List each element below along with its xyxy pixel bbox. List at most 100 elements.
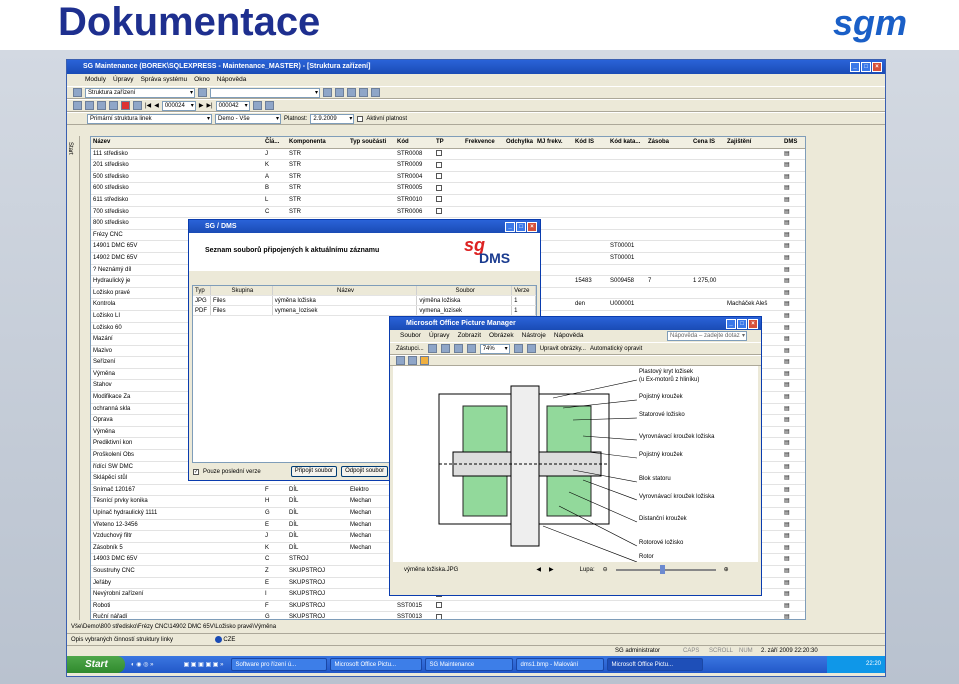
pm-copy-icon[interactable] — [440, 344, 450, 353]
pm-undo-icon[interactable] — [466, 344, 476, 353]
pm-menu-soubor[interactable]: Soubor — [400, 330, 421, 342]
pm-thumbnail-icon[interactable] — [396, 356, 405, 365]
col-cislo[interactable]: Čĺá... — [263, 137, 287, 148]
task-paint[interactable]: dms1.bmp - Malování — [516, 658, 605, 671]
pm-titlebar[interactable]: Microsoft Office Picture Manager _ □ × — [390, 317, 761, 330]
pm-zoom-select[interactable]: 74% — [479, 343, 510, 354]
pm-zoom-out-icon[interactable]: ⊖ — [603, 566, 608, 573]
pm-help-search[interactable]: Nápověda – zadejte dotaz — [667, 331, 747, 341]
dms-col-soubor[interactable]: Soubor — [417, 286, 513, 295]
col-kod-is[interactable]: Kód IS — [573, 137, 608, 148]
only-last-checkbox[interactable]: ✓ — [193, 468, 199, 475]
next-record-icon[interactable]: ▶ — [199, 102, 204, 109]
table-row[interactable]: 611 středisko L STR STR0010 ▤ — [91, 195, 805, 207]
link-icon[interactable] — [264, 101, 274, 110]
menu-item-sprava[interactable]: Správa systému — [141, 74, 188, 86]
detach-file-button[interactable]: Odpojit soubor — [341, 466, 389, 477]
pm-rotate-right-icon[interactable] — [526, 344, 536, 353]
pm-maximize-icon[interactable]: □ — [737, 319, 747, 329]
col-frekvence[interactable]: Frekvence — [463, 137, 504, 148]
attach-file-button[interactable]: Připojit soubor — [290, 466, 338, 477]
find-icon[interactable] — [133, 101, 142, 110]
menu-item-upravy[interactable]: Úpravy — [113, 74, 134, 86]
delete-icon[interactable] — [121, 101, 130, 110]
dms-col-skupina[interactable]: Skupina — [211, 286, 273, 295]
pm-save-icon[interactable] — [427, 344, 437, 353]
copy-icon[interactable] — [85, 101, 94, 110]
pm-menu-upravy[interactable]: Úpravy — [429, 330, 450, 342]
dms-col-typ[interactable]: Typ — [193, 286, 211, 295]
table-row[interactable]: Ruční nářadí G SKUPSTROJ SST0013 ▤ — [91, 612, 805, 619]
col-nazev[interactable]: Název — [91, 137, 263, 148]
save-icon[interactable] — [109, 101, 118, 110]
quicklaunch-2[interactable]: ▣ ▣ ▣ ▣ ▣ » — [183, 661, 223, 668]
grid-icon[interactable] — [323, 88, 332, 97]
maximize-icon[interactable]: □ — [861, 62, 871, 72]
col-kod-kat[interactable]: Kód kata... — [608, 137, 646, 148]
menu-item-okno[interactable]: Okno — [194, 74, 210, 86]
col-zasoba[interactable]: Zásoba — [646, 137, 691, 148]
pm-auto-button[interactable]: Automatický opravit — [590, 346, 642, 352]
structure-icon[interactable] — [73, 88, 82, 97]
aktivni-platnost-checkbox[interactable] — [357, 115, 364, 122]
prev-record-icon[interactable]: ◀ — [154, 102, 159, 109]
pm-rotate-left-icon[interactable] — [513, 344, 523, 353]
export-icon[interactable] — [371, 88, 380, 97]
tools-icon[interactable] — [335, 88, 344, 97]
col-komponenta[interactable]: Komponenta — [287, 137, 348, 148]
platnost-date[interactable]: 2.9.2009 — [310, 113, 355, 124]
pm-edit-button[interactable]: Upravit obrázky... — [540, 346, 586, 352]
refresh-icon[interactable] — [252, 101, 262, 110]
col-typ[interactable]: Typ součásti — [348, 137, 395, 148]
new-icon[interactable] — [73, 101, 82, 110]
dms-col-verze[interactable]: Verze — [512, 286, 536, 295]
minimize-icon[interactable]: _ — [850, 62, 860, 72]
task-software[interactable]: Software pro řízení ú... — [231, 658, 328, 671]
quicklaunch-icons[interactable]: ◐ ◉ ◎ » — [131, 661, 153, 668]
pm-close-icon[interactable]: × — [748, 319, 758, 329]
table-row[interactable]: Roboti F SKUPSTROJ SST0015 ▤ — [91, 601, 805, 613]
table-row[interactable]: 600 středisko B STR STR0005 ▤ — [91, 183, 805, 195]
dms-row-2[interactable]: PDF Files vymena_lozisek vymena_lozisek … — [193, 306, 536, 316]
dms-titlebar[interactable]: SG / DMS _ □ × — [189, 220, 540, 233]
pm-paste-icon[interactable] — [453, 344, 463, 353]
pm-shortcuts-button[interactable]: Zástupci... — [396, 346, 424, 352]
col-zajisteni[interactable]: Zajištění — [725, 137, 782, 148]
menu-item-moduly[interactable]: Moduly — [85, 74, 106, 86]
task-sg-maintenance[interactable]: SG Maintenance — [425, 658, 514, 671]
menu-item-napoveda[interactable]: Nápověda — [217, 74, 247, 86]
pm-single-icon[interactable] — [420, 356, 429, 365]
dms-row-1[interactable]: JPG Files výměna ložiska výměna ložiska … — [193, 296, 536, 306]
col-odchylka[interactable]: Odchylka — [504, 137, 535, 148]
side-start-label[interactable]: Start — [67, 142, 73, 155]
col-dms[interactable]: DMS — [782, 137, 802, 148]
pm-next-icon[interactable]: ▶ — [549, 566, 554, 573]
filter-value-select[interactable] — [210, 87, 320, 98]
filter-icon[interactable] — [198, 88, 207, 97]
dms-close-icon[interactable]: × — [527, 222, 537, 232]
task-picture-manager-1[interactable]: Microsoft Office Pictu... — [330, 658, 423, 671]
primary-structure-select[interactable]: Primární struktura linek — [87, 113, 212, 124]
pm-zoom-in-icon[interactable]: ⊕ — [724, 566, 729, 573]
col-mj[interactable]: MJ frekv. — [535, 137, 573, 148]
main-titlebar[interactable]: SG Maintenance (BOREK\SQLEXPRESS - Maint… — [67, 60, 885, 74]
pm-menu-zobrazit[interactable]: Zobrazit — [458, 330, 481, 342]
pm-filmstrip-icon[interactable] — [408, 356, 417, 365]
pm-minimize-icon[interactable]: _ — [726, 319, 736, 329]
first-record-icon[interactable]: |◀ — [145, 102, 151, 109]
dms-minimize-icon[interactable]: _ — [505, 222, 515, 232]
edit-icon[interactable] — [97, 101, 106, 110]
print-icon[interactable] — [347, 88, 356, 97]
start-button[interactable]: Start — [67, 656, 125, 673]
table-row[interactable]: 201 středisko K STR STR0009 ▤ — [91, 160, 805, 172]
close-icon[interactable]: × — [872, 62, 882, 72]
pm-menu-obrazek[interactable]: Obrázek — [489, 330, 514, 342]
structure-select[interactable]: Struktura zařízení — [85, 87, 195, 98]
pm-menu-nastroje[interactable]: Nástroje — [522, 330, 546, 342]
col-kod[interactable]: Kód — [395, 137, 434, 148]
pm-prev-icon[interactable]: ◀ — [536, 566, 541, 573]
pm-menu-napoveda[interactable]: Nápověda — [554, 330, 584, 342]
col-cena[interactable]: Cena IS — [691, 137, 725, 148]
last-record-icon[interactable]: ▶| — [206, 102, 212, 109]
dms-col-nazev[interactable]: Název — [273, 286, 418, 295]
